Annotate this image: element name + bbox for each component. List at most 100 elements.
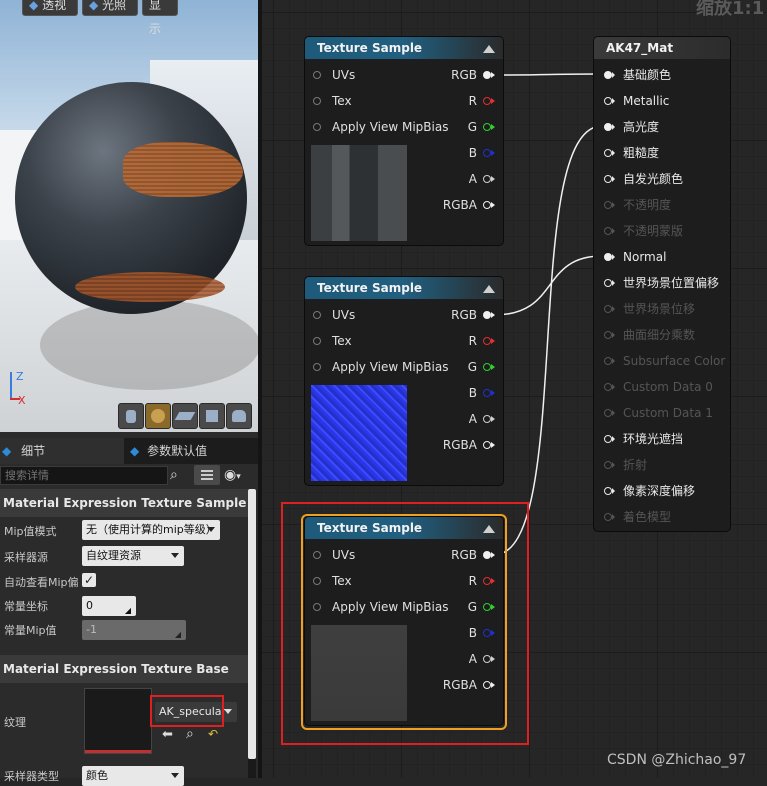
pin-arrow-icon bbox=[612, 98, 615, 104]
output-pin-icon[interactable] bbox=[483, 123, 491, 131]
output-pin-icon[interactable] bbox=[483, 363, 491, 371]
pin-arrow-icon bbox=[612, 254, 615, 260]
pin-arrow-icon bbox=[491, 390, 495, 396]
pin-arrow-icon bbox=[612, 150, 615, 156]
material-input-pin-row[interactable]: 粗糙度 bbox=[602, 143, 659, 163]
input-pin-icon bbox=[604, 513, 612, 521]
input-pin-icon[interactable] bbox=[604, 279, 612, 287]
input-pin-icon[interactable] bbox=[313, 97, 321, 105]
input-pin-icon[interactable] bbox=[313, 311, 321, 319]
material-input-pin-row: 不透明蒙版 bbox=[602, 221, 683, 241]
texture-node-title[interactable]: Texture Sample bbox=[305, 277, 503, 299]
material-input-pin-row[interactable]: 环境光遮挡 bbox=[602, 429, 683, 449]
input-pin-row[interactable]: UVs bbox=[313, 305, 355, 325]
pin-arrow-icon bbox=[491, 176, 495, 182]
pin-arrow-icon bbox=[491, 202, 495, 208]
pin-arrow-icon bbox=[612, 410, 615, 416]
output-pin-icon[interactable] bbox=[483, 337, 491, 345]
input-pin-row[interactable]: Tex bbox=[313, 331, 352, 351]
input-pin-icon[interactable] bbox=[604, 253, 612, 261]
input-pin-row[interactable]: Tex bbox=[313, 91, 352, 111]
material-input-pin-row[interactable]: Normal bbox=[602, 247, 666, 267]
input-pin-icon[interactable] bbox=[313, 337, 321, 345]
material-input-pin-row: Custom Data 1 bbox=[602, 403, 713, 423]
input-pin-icon bbox=[604, 305, 612, 313]
output-pin-icon[interactable] bbox=[483, 389, 491, 397]
material-input-pin-row[interactable]: 自发光颜色 bbox=[602, 169, 683, 189]
material-output-node[interactable]: AK47_Mat 基础颜色 Metallic 高光度 粗糙度 自发光颜色 不透明… bbox=[594, 37, 730, 531]
input-pin-icon bbox=[604, 461, 612, 469]
input-pin-icon[interactable] bbox=[313, 71, 321, 79]
pin-arrow-icon bbox=[612, 462, 615, 468]
input-pin-icon[interactable] bbox=[604, 97, 612, 105]
output-pin-icon[interactable] bbox=[483, 201, 491, 209]
input-pin-icon[interactable] bbox=[604, 123, 612, 131]
input-pin-icon[interactable] bbox=[604, 175, 612, 183]
pin-arrow-icon bbox=[612, 436, 615, 442]
pin-arrow-icon bbox=[612, 228, 615, 234]
material-input-pin-row: 折射 bbox=[602, 455, 647, 475]
pin-arrow-icon bbox=[491, 72, 495, 78]
input-pin-icon[interactable] bbox=[604, 149, 612, 157]
input-pin-icon[interactable] bbox=[604, 71, 612, 79]
collapse-arrow-icon[interactable] bbox=[483, 45, 495, 53]
pin-arrow-icon bbox=[491, 124, 495, 130]
output-pin-row[interactable]: RGBA bbox=[415, 195, 495, 215]
output-pin-icon[interactable] bbox=[483, 149, 491, 157]
output-pin-row[interactable]: B bbox=[415, 143, 495, 163]
annotation-highlight-box bbox=[281, 502, 529, 745]
output-pin-row[interactable]: R bbox=[415, 331, 495, 351]
material-input-pin-row[interactable]: Metallic bbox=[602, 91, 669, 111]
output-pin-icon[interactable] bbox=[483, 97, 491, 105]
texture-sample-node[interactable]: Texture Sample UVs Tex Apply View MipBia… bbox=[305, 277, 503, 485]
output-pin-row[interactable]: A bbox=[415, 169, 495, 189]
input-pin-icon[interactable] bbox=[604, 435, 612, 443]
material-input-pin-row[interactable]: 世界场景位置偏移 bbox=[602, 273, 719, 293]
pin-arrow-icon bbox=[491, 312, 495, 318]
material-node-title[interactable]: AK47_Mat bbox=[594, 37, 730, 59]
pin-arrow-icon bbox=[612, 332, 615, 338]
output-pin-row[interactable]: RGB bbox=[415, 305, 495, 325]
pin-arrow-icon bbox=[612, 202, 615, 208]
output-pin-row[interactable]: B bbox=[415, 383, 495, 403]
input-pin-row[interactable]: UVs bbox=[313, 65, 355, 85]
output-pin-icon[interactable] bbox=[483, 311, 491, 319]
material-input-pin-row[interactable]: 像素深度偏移 bbox=[602, 481, 695, 501]
pin-arrow-icon bbox=[612, 306, 615, 312]
pin-arrow-icon bbox=[612, 280, 615, 286]
output-pin-row[interactable]: G bbox=[415, 117, 495, 137]
input-pin-icon bbox=[604, 201, 612, 209]
output-pin-row[interactable]: RGBA bbox=[415, 435, 495, 455]
material-input-pin-row: Subsurface Color bbox=[602, 351, 725, 371]
material-input-pin-row[interactable]: 高光度 bbox=[602, 117, 659, 137]
output-pin-icon[interactable] bbox=[483, 415, 491, 423]
input-pin-icon bbox=[604, 357, 612, 365]
wire-rgb-to-base-color bbox=[493, 73, 603, 76]
output-pin-icon[interactable] bbox=[483, 441, 491, 449]
output-pin-icon[interactable] bbox=[483, 175, 491, 183]
watermark: CSDN @Zhichao_97 bbox=[607, 752, 747, 768]
pin-arrow-icon bbox=[491, 150, 495, 156]
input-pin-icon[interactable] bbox=[313, 363, 321, 371]
input-pin-icon bbox=[604, 227, 612, 235]
input-pin-icon bbox=[604, 409, 612, 417]
pin-arrow-icon bbox=[491, 442, 495, 448]
output-pin-row[interactable]: RGB bbox=[415, 65, 495, 85]
output-pin-row[interactable]: G bbox=[415, 357, 495, 377]
wire-rgb-to-specular bbox=[493, 125, 603, 556]
output-pin-row[interactable]: A bbox=[415, 409, 495, 429]
output-pin-row[interactable]: R bbox=[415, 91, 495, 111]
pin-arrow-icon bbox=[491, 416, 495, 422]
input-pin-icon[interactable] bbox=[313, 123, 321, 131]
input-pin-icon[interactable] bbox=[604, 487, 612, 495]
texture-node-title[interactable]: Texture Sample bbox=[305, 37, 503, 59]
pin-arrow-icon bbox=[612, 72, 615, 78]
pin-arrow-icon bbox=[612, 514, 615, 520]
collapse-arrow-icon[interactable] bbox=[483, 285, 495, 293]
material-input-pin-row: Custom Data 0 bbox=[602, 377, 713, 397]
material-input-pin-row[interactable]: 基础颜色 bbox=[602, 65, 671, 85]
output-pin-icon[interactable] bbox=[483, 71, 491, 79]
texture-preview-thumbnail bbox=[311, 385, 407, 481]
pin-arrow-icon bbox=[491, 338, 495, 344]
texture-sample-node[interactable]: Texture Sample UVs Tex Apply View MipBia… bbox=[305, 37, 503, 245]
